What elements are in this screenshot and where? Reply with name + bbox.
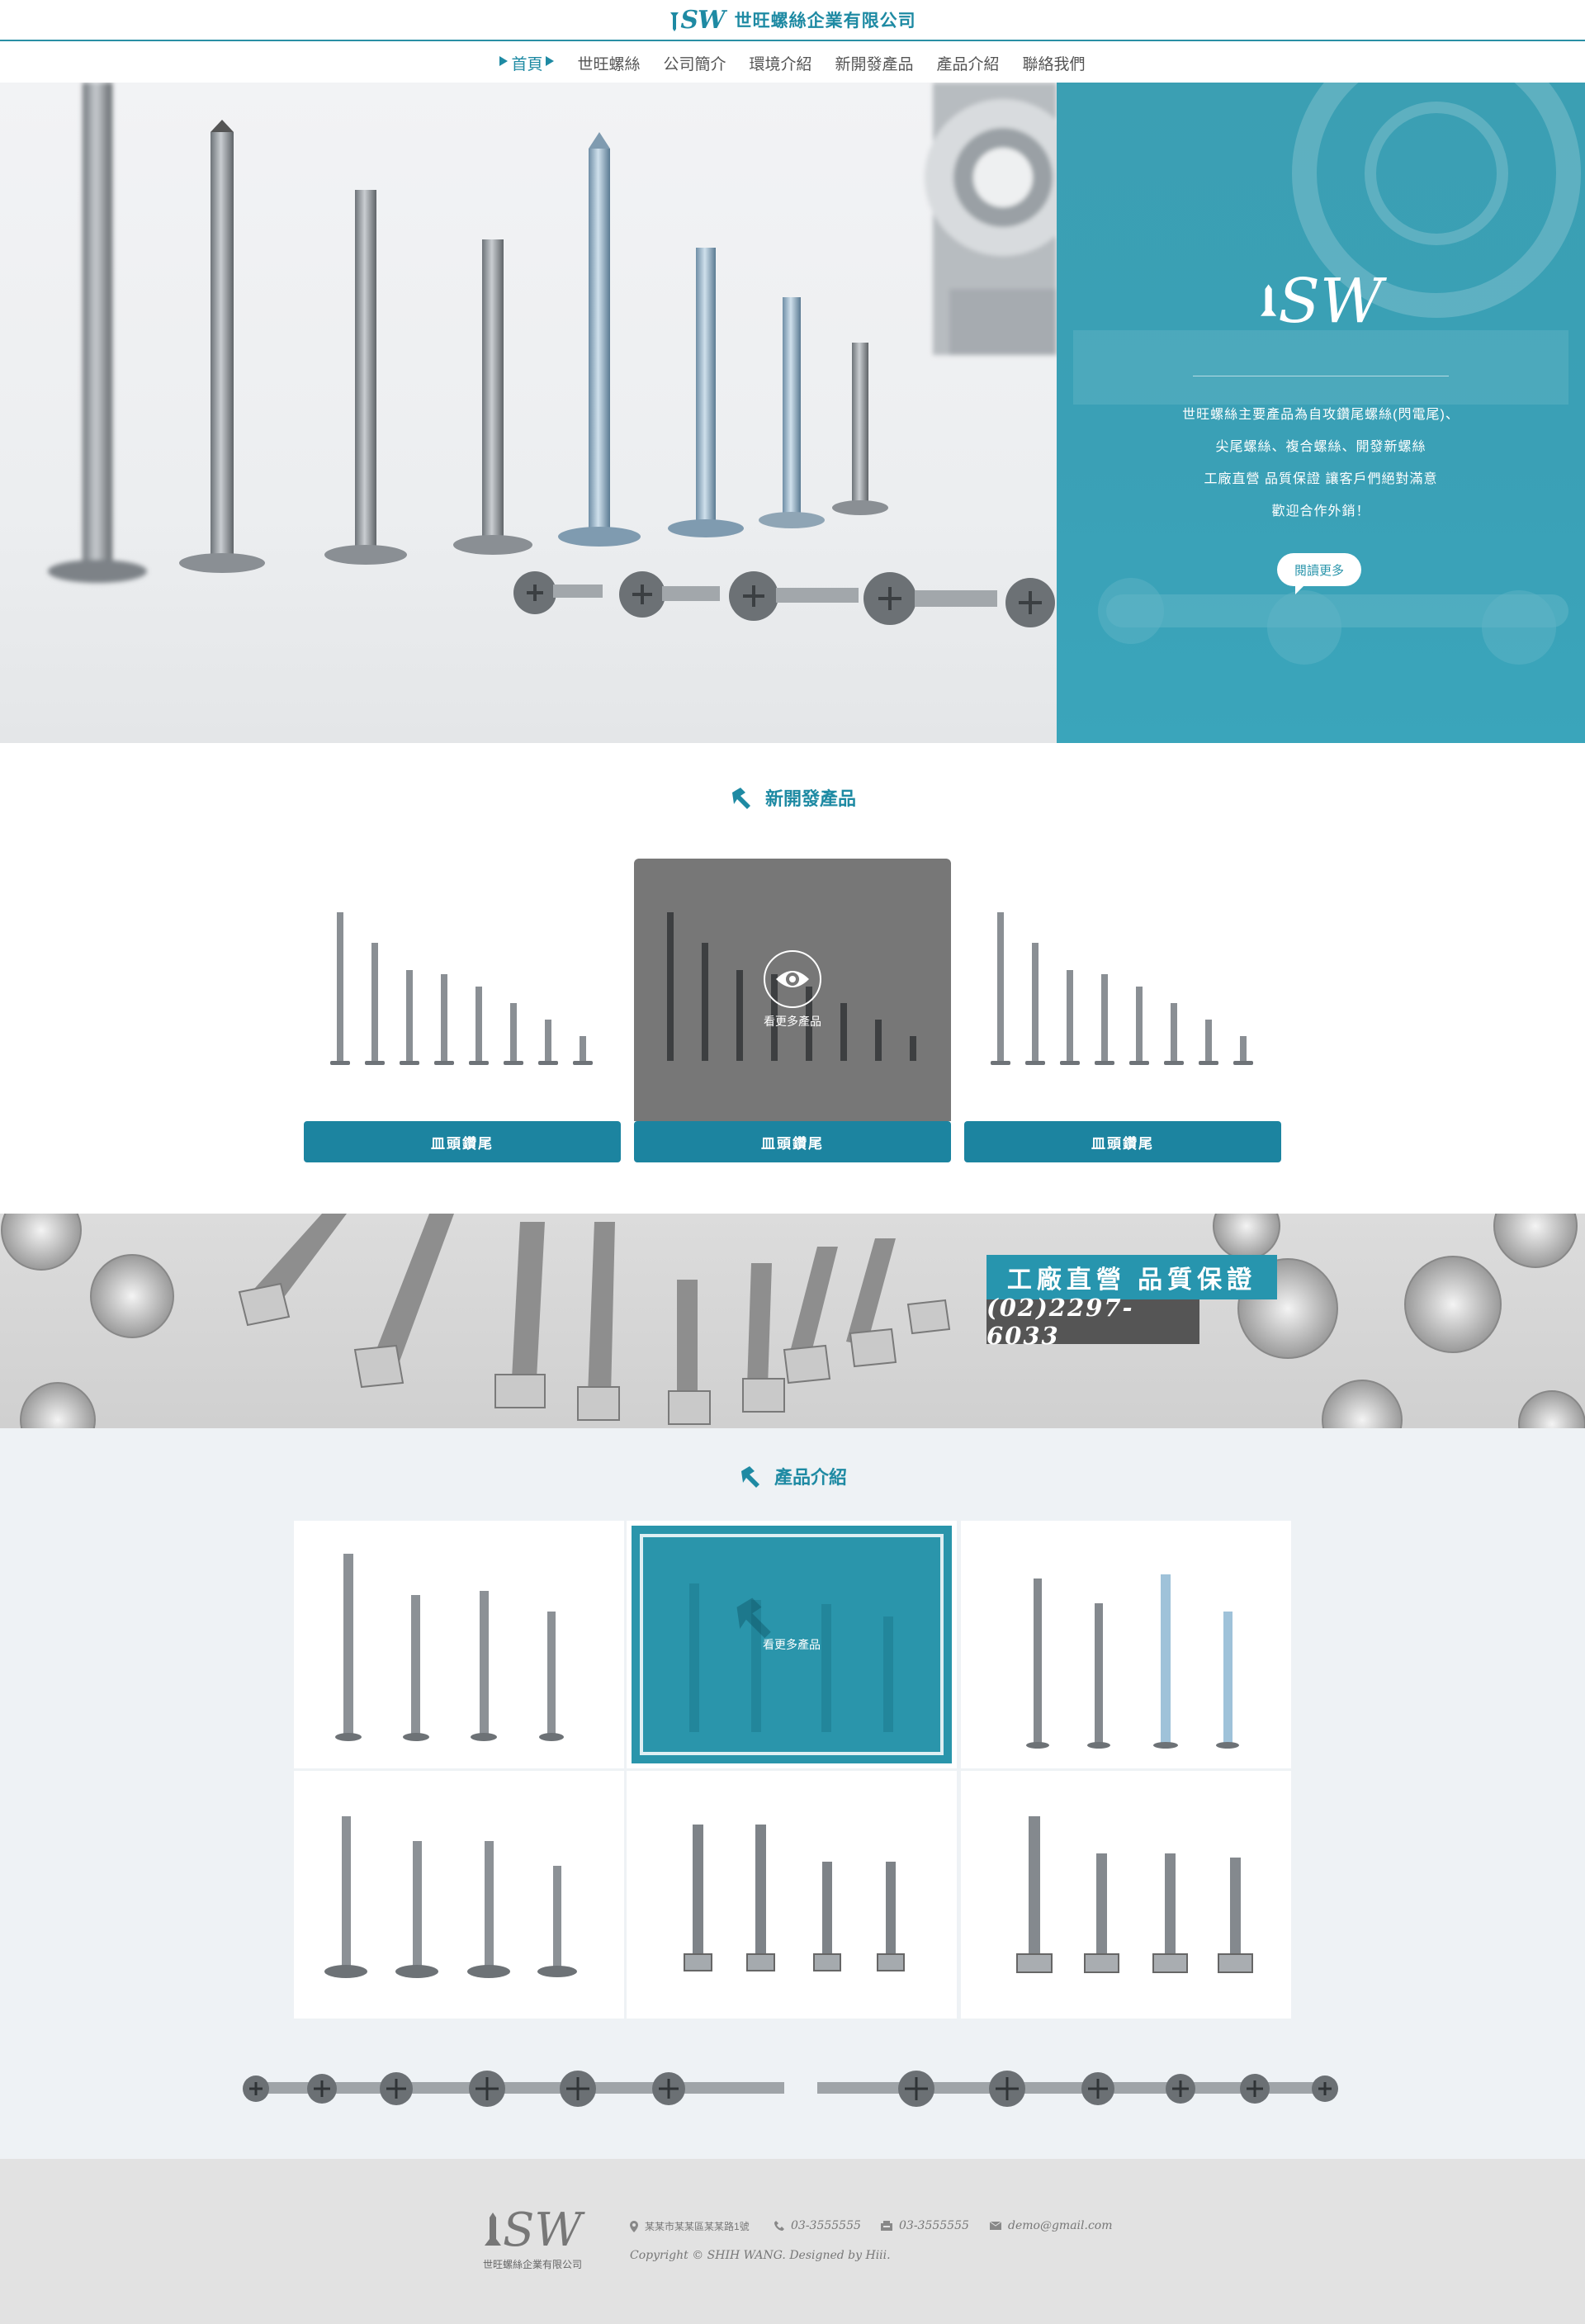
products-heading: 產品介紹 xyxy=(0,1463,1585,1489)
new-product-image-1 xyxy=(304,859,621,1121)
footer-copyright: Copyright © SHIH WANG. Designed by Hiii. xyxy=(630,2249,891,2262)
product-tile-1[interactable] xyxy=(294,1521,624,1768)
banner-screws-image xyxy=(1,1214,1585,1428)
banner-quality-tag: 工廠直營 品質保證 xyxy=(986,1255,1277,1299)
view-more-text: 看更多產品 xyxy=(763,1638,821,1651)
footer xyxy=(0,2159,1585,2324)
map-pin-icon xyxy=(630,2220,638,2232)
screw-logo-icon xyxy=(485,2213,502,2246)
product-tile-5[interactable] xyxy=(627,1771,957,2019)
screwdriver-icon xyxy=(740,1466,759,1488)
product-image xyxy=(1016,1816,1253,1973)
hero-screws-photo xyxy=(0,83,1057,743)
product-tile-6[interactable] xyxy=(961,1771,1291,2019)
read-more-button[interactable]: 閱讀更多 xyxy=(1277,553,1361,594)
footer-address-text: 某某市某某區某某路1號 xyxy=(645,2221,750,2232)
new-product-card-1[interactable]: 皿頭鑽尾 xyxy=(304,859,621,1162)
product-image xyxy=(1026,1574,1239,1749)
screwdriver-icon xyxy=(736,1597,771,1639)
phone-icon xyxy=(774,2221,784,2231)
products-title: 產品介紹 xyxy=(774,1467,847,1488)
view-more-text: 看更多產品 xyxy=(764,1015,821,1028)
decorative-screws-strip xyxy=(239,2056,1346,2122)
header-logo[interactable]: SW xyxy=(669,5,726,35)
footer-email[interactable]: demo@gmail.com xyxy=(990,2219,1113,2232)
nav-item-products[interactable]: 產品介紹 xyxy=(937,52,1000,74)
header-company-name: 世旺螺絲企業有限公司 xyxy=(734,12,916,31)
footer-fax-text: 03-3555555 xyxy=(899,2219,969,2232)
top-bar: SW 世旺螺絲企業有限公司 xyxy=(0,0,1585,41)
new-product-label-3[interactable]: 皿頭鑽尾 xyxy=(964,1121,1281,1162)
screw-set-image xyxy=(991,912,1253,1065)
nav-item-about[interactable]: 公司簡介 xyxy=(663,52,726,74)
hero-screws-illustration xyxy=(48,83,1057,627)
new-product-card-2[interactable]: 看更多產品 皿頭鑽尾 xyxy=(634,859,951,1162)
screwdriver-icon xyxy=(731,788,750,809)
promo-banner xyxy=(0,1214,1585,1428)
screw-logo-icon xyxy=(670,12,679,31)
footer-logo-text: SW xyxy=(503,2203,582,2257)
footer-company-name: 世旺螺絲企業有限公司 xyxy=(482,2259,582,2270)
hero-text-line-3: 工廠直營 品質保證 讓客戶們絕對滿意 xyxy=(1204,472,1438,486)
footer-address: 某某市某某區某某路1號 xyxy=(630,2219,750,2233)
screw-set-image xyxy=(330,912,593,1065)
view-more-overlay[interactable]: 看更多產品 xyxy=(632,1526,952,1763)
new-product-card-3[interactable]: 皿頭鑽尾 xyxy=(964,859,1281,1162)
header-logo-text: SW xyxy=(680,5,725,35)
nav-item-new-products[interactable]: 新開發產品 xyxy=(835,52,914,74)
eye-icon xyxy=(764,950,821,1008)
product-tile-3[interactable] xyxy=(961,1521,1291,1768)
new-products-heading: 新開發產品 xyxy=(0,784,1585,811)
nav-item-contact[interactable]: 聯絡我們 xyxy=(1023,52,1086,74)
lying-screws-image xyxy=(243,2071,1338,2107)
screw-logo-icon xyxy=(1261,284,1277,316)
footer-fax: 03-3555555 xyxy=(881,2219,969,2232)
footer-phone[interactable]: 03-3555555 xyxy=(774,2219,861,2232)
hero-logo-text: SW xyxy=(1278,266,1383,337)
main-nav: 首頁 世旺螺絲 公司簡介 環境介紹 新開發產品 產品介紹 聯絡我們 xyxy=(0,43,1585,83)
new-product-label-2[interactable]: 皿頭鑽尾 xyxy=(634,1121,951,1162)
nav-item-home[interactable]: 首頁 xyxy=(499,52,555,74)
footer-phone-text: 03-3555555 xyxy=(791,2219,861,2232)
product-tile-2[interactable]: 看更多產品 xyxy=(627,1521,957,1768)
footer-email-text: demo@gmail.com xyxy=(1008,2219,1113,2232)
footer-logo[interactable]: SW xyxy=(483,2203,582,2257)
banner-phone[interactable]: (02)2297-6033 xyxy=(986,1294,1199,1350)
product-tile-4[interactable] xyxy=(294,1771,624,2019)
product-image xyxy=(684,1825,905,1971)
new-products-title: 新開發產品 xyxy=(764,788,856,809)
hero-logo: SW xyxy=(1259,266,1383,337)
new-product-image-2: 看更多產品 xyxy=(634,859,951,1121)
new-product-label-1[interactable]: 皿頭鑽尾 xyxy=(304,1121,621,1162)
hero-text-line-2: 尖尾螺絲、複合螺絲、開發新螺絲 xyxy=(1215,440,1426,454)
hero-text-line-1: 世旺螺絲主要產品為自攻鑽尾螺絲(閃電尾)、 xyxy=(1182,408,1460,422)
envelope-icon xyxy=(990,2222,1001,2230)
hero-text-line-4: 歡迎合作外銷！ xyxy=(1271,504,1370,518)
fax-icon xyxy=(881,2221,892,2231)
new-product-image-3 xyxy=(964,859,1281,1121)
product-image xyxy=(335,1554,564,1741)
view-more-overlay[interactable]: 看更多產品 xyxy=(634,859,951,1121)
nav-item-shihwang[interactable]: 世旺螺絲 xyxy=(577,52,640,74)
product-image xyxy=(324,1816,577,1978)
nav-item-environment[interactable]: 環境介紹 xyxy=(749,52,811,74)
